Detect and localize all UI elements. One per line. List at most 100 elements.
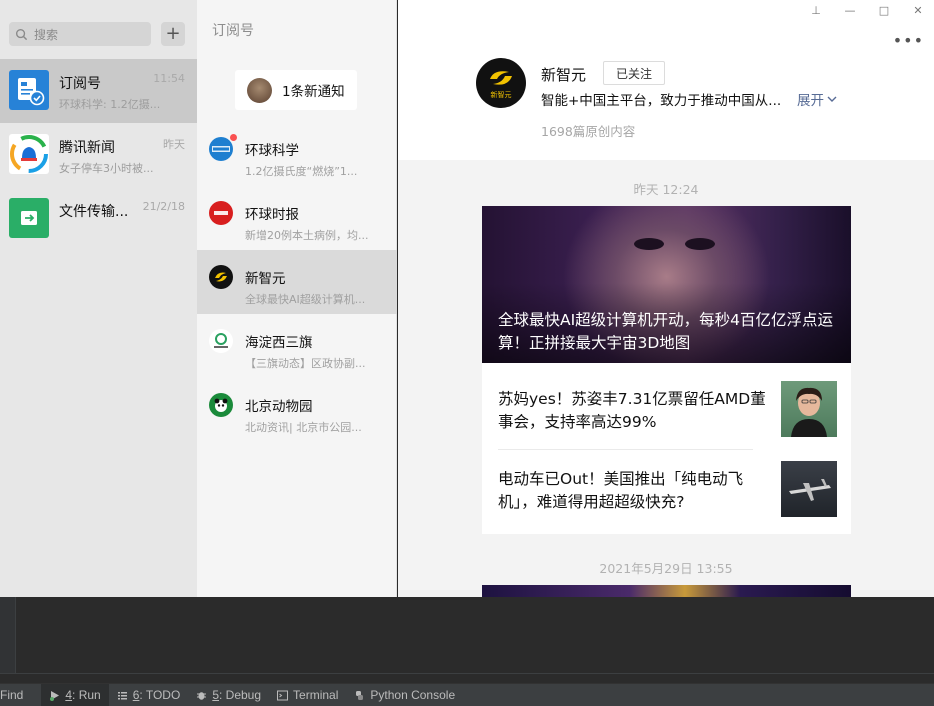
account-logo[interactable]: 新智元 xyxy=(476,58,526,108)
find-label: Find xyxy=(0,688,24,702)
haidian-xisanqi-logo-icon xyxy=(209,329,233,353)
article-feed-panel: ⊥ — □ ✕ ••• 新智元 新智元 已关注 智能+中国主平台，致力于推动中国… xyxy=(398,0,934,597)
beijing-zoo-logo-icon xyxy=(209,393,233,417)
close-icon[interactable]: ✕ xyxy=(912,4,924,17)
expand-link[interactable]: 展开 xyxy=(797,89,837,109)
run-label: : Run xyxy=(72,688,101,702)
original-article-count: 1698篇原创内容 xyxy=(541,124,636,139)
article-row[interactable]: 苏妈yes！苏姿丰7.31亿票留任AMD董事会，支持率高达99% xyxy=(498,381,838,451)
subscription-item[interactable]: 环球科学 1.2亿摄氏度“燃烧”1... xyxy=(197,122,397,186)
hero-article-title: 全球最快AI超级计算机开动，每秒4百亿亿浮点运算！正拼接最大宇宙3D地图 xyxy=(498,311,834,352)
subscription-preview: 1.2亿摄氏度“燃烧”1... xyxy=(245,165,358,178)
chat-item-tencent-news[interactable]: 腾讯新闻 昨天 女子停车3小时被... xyxy=(0,123,197,187)
subscription-item[interactable]: 环球时报 新增20例本土病例，均... xyxy=(197,186,397,250)
chat-time: 昨天 xyxy=(163,138,185,151)
terminal-tab[interactable]: Terminal xyxy=(269,684,346,706)
account-name: 新智元 xyxy=(541,66,587,84)
unread-badge xyxy=(230,134,237,141)
notice-avatar xyxy=(247,77,272,103)
terminal-icon xyxy=(277,690,289,700)
ide-tool-window-bar: Find 4: Run 6: TODO 5: Debug Terminal Py… xyxy=(0,683,934,706)
logo-text: 新智元 xyxy=(490,90,512,99)
python-console-tab[interactable]: Python Console xyxy=(346,684,463,706)
followed-button[interactable]: 已关注 xyxy=(603,61,665,85)
chevron-down-icon xyxy=(827,96,837,102)
subscription-item[interactable]: 海淀西三旗 【三旗动态】区政协副... xyxy=(197,314,397,378)
chat-item-file-transfer[interactable]: 文件传输... 21/2/18 xyxy=(0,187,197,251)
chat-time: 21/2/18 xyxy=(142,200,185,213)
subscription-name: 海淀西三旗 xyxy=(245,335,313,351)
chat-name: 文件传输... xyxy=(59,204,129,220)
debug-label-wrap: 5: Debug xyxy=(212,688,261,702)
subscription-preview: 全球最快AI超级计算机... xyxy=(245,293,366,306)
chat-item-subscriptions[interactable]: 订阅号 11:54 环球科学: 1.2亿摄... xyxy=(0,59,197,123)
chat-name: 腾讯新闻 xyxy=(59,140,115,156)
feed-timestamp: 2021年5月29日 13:55 xyxy=(599,561,733,576)
hero-article[interactable]: 全球最快AI超级计算机开动，每秒4百亿亿浮点运算！正拼接最大宇宙3D地图 xyxy=(482,206,851,363)
chat-preview: 女子停车3小时被... xyxy=(59,162,154,175)
expand-label: 展开 xyxy=(797,93,824,109)
add-button[interactable]: + xyxy=(161,22,185,46)
chat-time: 11:54 xyxy=(153,72,185,85)
python-icon xyxy=(356,690,364,700)
subscription-item[interactable]: 北京动物园 北动资讯| 北京市公园... xyxy=(197,378,397,442)
pin-icon[interactable]: ⊥ xyxy=(810,4,822,17)
huanqiu-science-logo-icon xyxy=(209,137,233,161)
maximize-icon[interactable]: □ xyxy=(878,4,890,17)
list-icon xyxy=(117,691,127,699)
chat-list-panel: 搜索 + 订阅号 11:54 环球科学: 1.2亿摄... 腾讯新闻 昨天 女子… xyxy=(0,0,197,597)
divider xyxy=(498,449,753,450)
subscription-name: 北京动物园 xyxy=(245,399,313,415)
run-icon xyxy=(50,690,60,701)
article-title: 苏妈yes！苏姿丰7.31亿票留任AMD董事会，支持率高达99% xyxy=(498,390,766,431)
subscription-name: 环球时报 xyxy=(245,207,299,223)
article-row[interactable]: 电动车已Out！美国推出「纯电动飞机」，难道得用超超级快充? xyxy=(498,461,838,531)
subscription-preview: 【三旗动态】区政协副... xyxy=(245,357,366,370)
tencent-news-logo-icon xyxy=(9,134,49,174)
account-description: 智能+中国主平台，致力于推动中国从... xyxy=(541,93,782,109)
hero-image-detail xyxy=(634,238,664,250)
article-title: 电动车已Out！美国推出「纯电动飞机」，难道得用超超级快充? xyxy=(498,470,744,511)
todo-label-wrap: 6: TODO xyxy=(133,688,181,702)
hero-image-detail xyxy=(685,238,715,250)
find-tab[interactable]: Find xyxy=(0,684,31,706)
subscription-preview: 北动资讯| 北京市公园... xyxy=(245,421,362,434)
chat-preview: 环球科学: 1.2亿摄... xyxy=(59,98,161,111)
article-thumbnail xyxy=(781,381,837,437)
search-input[interactable]: 搜索 xyxy=(9,22,151,46)
subscription-name: 环球科学 xyxy=(245,143,299,159)
next-article-card[interactable] xyxy=(482,585,851,597)
terminal-label: Terminal xyxy=(293,688,339,702)
todo-tab[interactable]: 6: TODO xyxy=(109,684,189,706)
article-card: 全球最快AI超级计算机开动，每秒4百亿亿浮点运算！正拼接最大宇宙3D地图 苏妈y… xyxy=(482,206,851,534)
more-options-icon[interactable]: ••• xyxy=(893,31,924,50)
panel-title: 订阅号 xyxy=(212,23,254,39)
article-thumbnail xyxy=(781,461,837,517)
ide-gutter xyxy=(0,597,16,673)
debug-tab[interactable]: 5: Debug xyxy=(188,684,269,706)
account-profile-header: ⊥ — □ ✕ ••• 新智元 新智元 已关注 智能+中国主平台，致力于推动中国… xyxy=(398,0,934,160)
bug-icon xyxy=(197,691,207,700)
search-icon xyxy=(15,28,28,40)
new-notice-button[interactable]: 1条新通知 xyxy=(235,70,357,110)
window-controls: ⊥ — □ ✕ xyxy=(810,4,924,17)
python-console-label: Python Console xyxy=(370,688,456,702)
xinzhiyuan-emblem-icon xyxy=(490,70,512,85)
subscription-name: 新智元 xyxy=(245,271,286,287)
file-transfer-icon xyxy=(9,198,49,238)
feed-timestamp: 昨天 12:24 xyxy=(633,182,699,197)
subscription-avatar-icon xyxy=(9,70,49,110)
minimize-icon[interactable]: — xyxy=(844,4,856,17)
notice-label: 1条新通知 xyxy=(282,84,345,100)
divider xyxy=(0,673,934,674)
xinzhiyuan-logo-icon xyxy=(209,265,233,289)
run-label-wrap: 4: Run xyxy=(65,688,100,702)
search-placeholder: 搜索 xyxy=(34,27,59,42)
todo-label: : TODO xyxy=(139,688,181,702)
subscription-preview: 新增20例本土病例，均... xyxy=(245,229,369,242)
debug-label: : Debug xyxy=(219,688,262,702)
run-tab[interactable]: 4: Run xyxy=(41,683,109,706)
subscription-item[interactable]: 新智元 全球最快AI超级计算机... xyxy=(197,250,397,314)
chat-name: 订阅号 xyxy=(59,76,101,92)
debug-shortcut: 5 xyxy=(212,688,219,702)
